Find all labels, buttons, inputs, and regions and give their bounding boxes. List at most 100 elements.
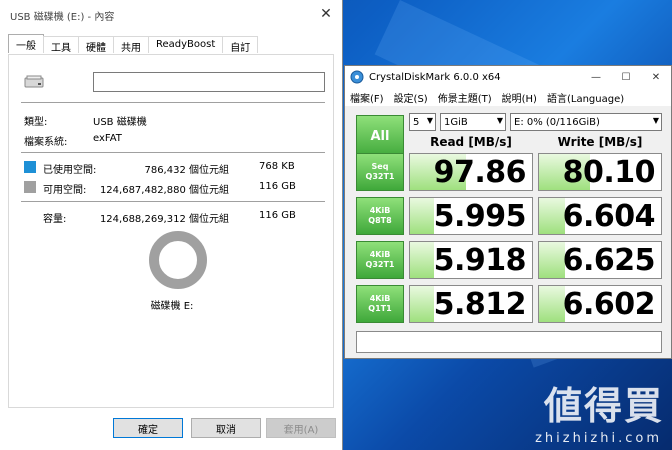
all-button[interactable]: All: [356, 115, 404, 158]
ok-button[interactable]: 確定: [113, 418, 183, 438]
read-result-cell: 97.86: [409, 153, 533, 191]
apply-button[interactable]: 套用(A): [266, 418, 336, 438]
watermark-logo-text: 値得買: [543, 384, 664, 428]
tab-customize[interactable]: 自訂: [222, 36, 259, 54]
row-label-line2: Q1T1: [368, 304, 392, 313]
free-space-size: 116 GB: [259, 181, 296, 192]
read-result-cell: 5.918: [409, 241, 533, 279]
size-select[interactable]: 1GiB ▼: [440, 113, 506, 131]
write-result-cell: 6.625: [538, 241, 662, 279]
row-label-line2: Q32T1: [365, 260, 395, 269]
write-level-bar: [539, 198, 565, 234]
menu-bar: 檔案(F) 設定(S) 佈景主題(T) 說明(H) 語言(Language): [345, 88, 671, 106]
write-level-bar: [539, 242, 565, 278]
capacity-label: 容量:: [43, 214, 67, 225]
properties-window: USB 磁碟機 (E:) - 內容 ✕ 一般 工具 硬體 共用 ReadyBoo…: [0, 0, 343, 450]
close-icon[interactable]: ✕: [318, 6, 334, 22]
drive-caption: 磁碟機 E:: [150, 301, 194, 312]
count-select[interactable]: 5 ▼: [409, 113, 436, 131]
read-level-bar: [410, 242, 435, 278]
drive-select[interactable]: E: 0% (0/116GiB) ▼: [510, 113, 662, 131]
divider: [21, 102, 325, 103]
read-value: 5.918: [433, 243, 527, 278]
chevron-down-icon: ▼: [496, 116, 503, 125]
free-space-label: 可用空間:: [43, 185, 87, 196]
menu-language[interactable]: 語言(Language): [547, 90, 624, 105]
size-value: 1GiB: [444, 116, 468, 128]
usb-drive-icon: [24, 75, 44, 88]
write-value: 6.602: [562, 287, 656, 322]
read-value: 5.995: [433, 199, 527, 234]
used-space-swatch: [24, 161, 36, 173]
tab-general[interactable]: 一般: [8, 34, 44, 53]
divider: [21, 201, 325, 202]
read-result-cell: 5.995: [409, 197, 533, 235]
close-icon[interactable]: ✕: [641, 66, 671, 88]
usage-donut-chart: [149, 231, 207, 289]
tab-strip: 一般 工具 硬體 共用 ReadyBoost 自訂: [8, 34, 259, 54]
4kib-q32t1-button[interactable]: 4KiB Q32T1: [356, 241, 404, 279]
title-bar: USB 磁碟機 (E:) - 內容: [0, 0, 342, 30]
row-label-line2: Q8T8: [368, 216, 392, 225]
menu-help[interactable]: 說明(H): [502, 90, 537, 105]
comment-input[interactable]: [356, 331, 662, 353]
filesystem-value: exFAT: [93, 133, 122, 144]
read-value: 97.86: [433, 155, 527, 190]
menu-file[interactable]: 檔案(F): [350, 90, 384, 105]
read-result-cell: 5.812: [409, 285, 533, 323]
tab-readyboost[interactable]: ReadyBoost: [148, 36, 224, 53]
seq-q32t1-button[interactable]: Seq Q32T1: [356, 153, 404, 191]
write-header: Write [MB/s]: [557, 135, 643, 149]
write-result-cell: 6.602: [538, 285, 662, 323]
title-bar: CrystalDiskMark 6.0.0 x64 — ☐ ✕: [345, 66, 671, 88]
row-label-line1: 4KiB: [369, 206, 391, 215]
free-space-bytes: 124,687,482,880 個位元組: [99, 185, 229, 196]
count-value: 5: [413, 116, 420, 128]
used-space-label: 已使用空間:: [43, 165, 97, 176]
write-value: 6.625: [562, 243, 656, 278]
app-disk-icon: [350, 70, 364, 84]
drive-name-input[interactable]: [93, 72, 325, 92]
read-level-bar: [410, 198, 435, 234]
row-label-line1: 4KiB: [369, 250, 391, 259]
read-level-bar: [410, 286, 435, 322]
capacity-bytes: 124,688,269,312 個位元組: [99, 214, 229, 225]
window-title: CrystalDiskMark 6.0.0 x64: [369, 71, 501, 83]
cancel-button[interactable]: 取消: [191, 418, 261, 438]
crystaldiskmark-window: CrystalDiskMark 6.0.0 x64 — ☐ ✕ 檔案(F) 設定…: [344, 65, 672, 359]
chevron-down-icon: ▼: [652, 116, 659, 125]
tab-sharing[interactable]: 共用: [113, 36, 149, 54]
write-level-bar: [539, 286, 565, 322]
row-label-line1: 4KiB: [369, 294, 391, 303]
type-label: 類型:: [24, 117, 48, 128]
4kib-q8t8-button[interactable]: 4KiB Q8T8: [356, 197, 404, 235]
row-label-line2: Q32T1: [365, 172, 395, 181]
menu-settings[interactable]: 設定(S): [394, 90, 428, 105]
tab-hardware[interactable]: 硬體: [78, 36, 114, 54]
used-space-size: 768 KB: [259, 161, 295, 172]
used-space-bytes: 786,432 個位元組: [144, 165, 229, 176]
chevron-down-icon: ▼: [426, 116, 433, 125]
general-pane: 類型: USB 磁碟機 檔案系統: exFAT 已使用空間: 786,432 個…: [8, 54, 334, 408]
row-label-line1: Seq: [371, 162, 389, 171]
write-result-cell: 6.604: [538, 197, 662, 235]
site-watermark: 値得買: [544, 375, 664, 430]
write-value: 80.10: [562, 155, 656, 190]
write-value: 6.604: [562, 199, 656, 234]
free-space-swatch: [24, 181, 36, 193]
maximize-icon[interactable]: ☐: [611, 66, 641, 88]
type-value: USB 磁碟機: [93, 117, 147, 128]
4kib-q1t1-button[interactable]: 4KiB Q1T1: [356, 285, 404, 323]
drive-value: E: 0% (0/116GiB): [514, 116, 600, 128]
capacity-size: 116 GB: [259, 210, 296, 221]
read-header: Read [MB/s]: [430, 135, 512, 149]
menu-theme[interactable]: 佈景主題(T): [438, 90, 492, 105]
filesystem-label: 檔案系統:: [24, 137, 68, 148]
read-value: 5.812: [433, 287, 527, 322]
minimize-icon[interactable]: —: [581, 66, 611, 88]
write-result-cell: 80.10: [538, 153, 662, 191]
tab-tools[interactable]: 工具: [43, 36, 79, 54]
site-watermark-url: zhizhizhi.com: [535, 431, 662, 446]
divider: [21, 152, 325, 153]
window-title: USB 磁碟機 (E:) - 內容: [10, 11, 115, 23]
